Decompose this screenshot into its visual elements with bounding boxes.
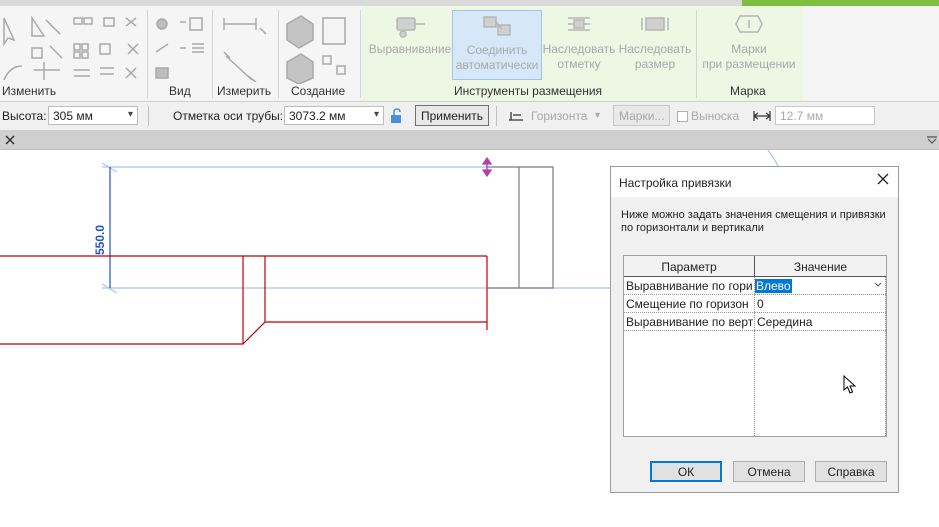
height-value: 305 мм (53, 109, 93, 123)
chevron-down-icon: ▾ (595, 110, 601, 121)
tag-on-placement-label-2: при размещении (702, 57, 796, 71)
help-button[interactable]: Справка (815, 461, 887, 482)
tag-icon (735, 15, 763, 33)
param-cell[interactable]: Выравнивание по верт (624, 313, 755, 331)
justify-label: Выравнивание (368, 42, 452, 56)
dialog-title: Настройка привязки (619, 176, 732, 190)
auto-connect-icon (483, 16, 511, 36)
dialog-description: Ниже можно задать значения смещения и пр… (621, 209, 886, 234)
leader-checkbox[interactable] (677, 111, 688, 122)
measure-icon[interactable] (220, 12, 270, 82)
separator (147, 10, 148, 98)
cancel-button[interactable]: Отмена (733, 461, 805, 482)
auto-connect-label-1: Соединить (466, 43, 528, 57)
auto-connect-label-2: автоматически (455, 58, 539, 72)
pipe-elevation-value: 3073.2 мм (289, 109, 346, 123)
pipe-elevation-label: Отметка оси трубы: (173, 109, 284, 123)
group-label-placement-tools: Инструменты размещения (454, 84, 603, 98)
pipe-elevation-combo[interactable]: 3073.2 мм ▾ (284, 106, 384, 125)
duct-fitting-red (0, 255, 488, 345)
view-tools-icons[interactable] (152, 12, 212, 82)
value-cell[interactable]: 0 (755, 295, 886, 313)
duct-selection-outline (101, 162, 610, 294)
group-label-create: Создание (291, 84, 346, 98)
group-label-tag: Марка (730, 84, 766, 98)
grid-right-edge (885, 277, 886, 436)
ribbon: Изменить Вид Измерить Создание Выравнива… (0, 6, 939, 102)
view-tab-strip (0, 131, 939, 150)
separator (496, 106, 497, 126)
group-label-modify: Изменить (2, 84, 57, 98)
auto-connect-button[interactable]: Соединить автоматически (452, 10, 542, 80)
leader-label: Выноска (691, 109, 740, 123)
tag-on-placement-label-1: Марки (731, 42, 767, 56)
ok-button[interactable]: ОК (650, 461, 722, 482)
orientation-value[interactable]: Горизонта (531, 109, 587, 123)
grid-column-divider (754, 277, 755, 436)
param-cell[interactable]: Выравнивание по гори (624, 277, 755, 295)
alignment-settings-dialog: Настройка привязки Ниже можно задать зна… (610, 166, 899, 493)
inherit-size-button[interactable]: Наследовать размер (617, 10, 693, 72)
parameters-grid: Параметр Значение Выравнивание по гори В… (623, 255, 887, 437)
value-cell[interactable]: Влево (755, 277, 886, 295)
apply-button[interactable]: Применить (415, 105, 490, 126)
height-label: Высота: (2, 109, 47, 123)
leader-length-icon (753, 111, 771, 121)
options-bar: Высота: 305 мм ▾ Отметка оси трубы: 3073… (0, 102, 939, 131)
dialog-titlebar[interactable]: Настройка привязки (611, 167, 898, 197)
tag-orientation-icon (509, 112, 523, 121)
inherit-size-icon (641, 17, 669, 31)
separator (148, 106, 149, 126)
inherit-elevation-label-2: отметку (557, 57, 601, 71)
grey-duct-segment (487, 166, 554, 289)
height-combo[interactable]: 305 мм ▾ (48, 106, 138, 125)
separator (212, 10, 213, 98)
inherit-elevation-label-1: Наследовать (542, 42, 616, 56)
value-cell[interactable]: Середина (755, 313, 886, 331)
group-label-measure: Измерить (217, 84, 272, 98)
chevron-down-icon[interactable] (927, 136, 937, 144)
justify-icon (396, 17, 425, 38)
mouse-cursor-icon (843, 375, 857, 394)
justify-button[interactable]: Выравнивание (366, 10, 454, 57)
inherit-elevation-button[interactable]: Наследовать отметку (541, 10, 617, 72)
duct-arc-line (767, 150, 779, 167)
param-cell[interactable]: Смещение по горизон (624, 295, 755, 313)
column-header-value: Значение (755, 256, 886, 277)
leader-length-value: 12.7 мм (780, 109, 824, 123)
inherit-size-label-1: Наследовать (618, 42, 692, 56)
group-label-view: Вид (169, 84, 191, 98)
create-tools-icons[interactable] (283, 10, 357, 84)
chevron-down-icon: ▾ (127, 109, 133, 120)
unlock-icon[interactable] (390, 108, 404, 124)
close-icon[interactable] (4, 134, 16, 146)
horizontal-alignment-value[interactable]: Влево (755, 279, 792, 293)
dimension-text: 550.0 (93, 225, 107, 255)
leader-length-field[interactable]: 12.7 мм (775, 106, 875, 125)
column-header-parameter: Параметр (624, 256, 755, 277)
chevron-down-icon[interactable] (874, 282, 882, 288)
separator (278, 10, 279, 98)
close-icon[interactable] (877, 173, 889, 185)
tag-on-placement-button[interactable]: Марки при размещении (697, 10, 801, 72)
inherit-size-label-2: размер (634, 57, 676, 71)
inherit-elevation-icon (568, 17, 590, 31)
separator (360, 10, 361, 98)
chevron-down-icon: ▾ (373, 109, 379, 120)
modify-tools-icons[interactable] (0, 10, 150, 80)
tags-button[interactable]: Марки... (613, 105, 671, 126)
